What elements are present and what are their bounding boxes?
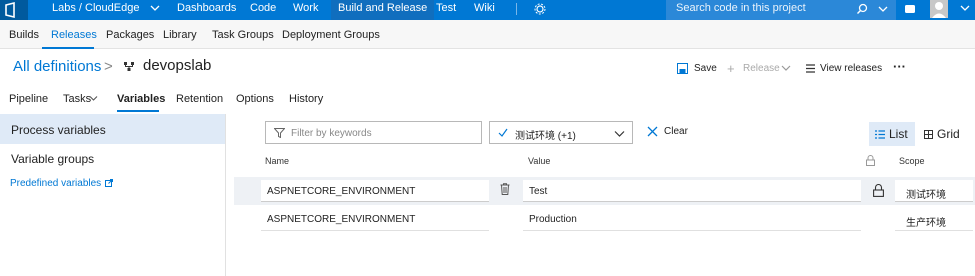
- lock-icon[interactable]: [873, 184, 884, 197]
- column-header-name: Name: [265, 156, 290, 166]
- variable-name: ASPNETCORE_ENVIRONMENT: [267, 214, 416, 225]
- azure-devops-logo[interactable]: [0, 0, 28, 20]
- top-navigation-bar: Labs / CloudEdge Dashboards Code Work Bu…: [0, 0, 975, 20]
- release-definition-icon: [123, 61, 135, 73]
- notifications-icon[interactable]: [904, 4, 916, 15]
- save-button[interactable]: Save: [694, 63, 717, 74]
- plus-icon: +: [727, 61, 735, 76]
- hub-library[interactable]: Library: [163, 29, 197, 41]
- chevron-down-icon[interactable]: [878, 5, 888, 13]
- hub-builds[interactable]: Builds: [9, 29, 39, 41]
- page-title: devopslab: [143, 57, 212, 74]
- search-placeholder: Search code in this project: [676, 2, 806, 14]
- variable-scope-field[interactable]: 生产环境: [895, 209, 973, 231]
- variable-value: Production: [529, 214, 577, 225]
- column-header-value: Value: [528, 156, 551, 166]
- hub-task-groups[interactable]: Task Groups: [212, 29, 274, 41]
- nav-code[interactable]: Code: [250, 0, 276, 20]
- variable-value-field[interactable]: Test: [523, 180, 861, 202]
- breadcrumb-all-definitions[interactable]: All definitions: [13, 58, 101, 75]
- variable-scope: 测试环境: [906, 190, 946, 201]
- variable-name-field[interactable]: ASPNETCORE_ENVIRONMENT: [261, 209, 489, 231]
- active-hub-indicator: [42, 47, 94, 49]
- sidebar-item-variable-groups[interactable]: Variable groups: [11, 152, 94, 166]
- release-button[interactable]: Release: [743, 63, 780, 74]
- predefined-variables-link[interactable]: Predefined variables: [10, 178, 101, 189]
- list-view-label: List: [889, 127, 908, 141]
- check-icon: [498, 128, 508, 137]
- hub-navigation: Builds Releases Packages Library Task Gr…: [0, 20, 975, 49]
- user-avatar[interactable]: [930, 0, 948, 20]
- chevron-down-icon[interactable]: [150, 4, 160, 12]
- more-icon[interactable]: ···: [893, 59, 906, 74]
- nav-divider: [516, 3, 517, 15]
- chevron-down-icon[interactable]: [89, 95, 98, 102]
- breadcrumb-separator: >: [104, 58, 113, 75]
- hub-deployment-groups[interactable]: Deployment Groups: [282, 29, 380, 41]
- list-icon: [875, 130, 885, 139]
- variable-value-field[interactable]: Production: [523, 209, 861, 231]
- nav-build-and-release[interactable]: Build and Release: [331, 0, 435, 20]
- filter-input[interactable]: Filter by keywords: [265, 121, 482, 144]
- nav-test[interactable]: Test: [436, 0, 456, 20]
- nav-dashboards[interactable]: Dashboards: [177, 0, 236, 20]
- variable-scope-field[interactable]: 测试环境: [895, 180, 973, 202]
- hub-packages[interactable]: Packages: [106, 29, 154, 41]
- lock-icon: [866, 155, 875, 166]
- variable-scope: 生产环境: [906, 218, 946, 229]
- search-box[interactable]: Search code in this project: [666, 0, 896, 20]
- tab-pipeline[interactable]: Pipeline: [9, 93, 48, 105]
- tab-tasks[interactable]: Tasks: [63, 93, 91, 105]
- chevron-down-icon[interactable]: [960, 4, 970, 12]
- variable-value: Test: [529, 186, 548, 197]
- tab-options[interactable]: Options: [236, 93, 274, 105]
- variable-name-field[interactable]: ASPNETCORE_ENVIRONMENT: [261, 180, 489, 202]
- clear-filter-button[interactable]: Clear: [664, 126, 688, 137]
- tab-variables[interactable]: Variables: [117, 93, 165, 105]
- chevron-down-icon[interactable]: [614, 130, 625, 138]
- close-icon[interactable]: [647, 126, 658, 137]
- hub-releases[interactable]: Releases: [51, 29, 97, 41]
- nav-wiki[interactable]: Wiki: [474, 0, 495, 20]
- save-icon[interactable]: [677, 63, 688, 74]
- chevron-down-icon[interactable]: [781, 64, 791, 72]
- table-row[interactable]: ASPNETCORE_ENVIRONMENT Production 生产环境: [234, 206, 975, 234]
- list-view-toggle[interactable]: List: [869, 122, 915, 146]
- delete-icon[interactable]: [500, 183, 510, 195]
- external-link-icon[interactable]: [105, 179, 113, 187]
- scope-filter-dropdown[interactable]: 测试环境 (+1): [489, 121, 633, 144]
- sidebar-item-process-variables[interactable]: Process variables: [11, 123, 106, 137]
- grid-view-toggle[interactable]: Grid: [923, 122, 968, 146]
- variables-sidebar: Process variables Variable groups Predef…: [0, 114, 226, 276]
- tab-retention[interactable]: Retention: [176, 93, 223, 105]
- grid-icon: [924, 130, 933, 139]
- org-project-selector[interactable]: Labs / CloudEdge: [52, 0, 139, 20]
- nav-work[interactable]: Work: [293, 0, 318, 20]
- variable-name: ASPNETCORE_ENVIRONMENT: [267, 186, 416, 197]
- view-releases-icon[interactable]: [805, 63, 816, 74]
- filter-icon: [274, 128, 285, 138]
- grid-view-label: Grid: [937, 127, 960, 141]
- table-row[interactable]: ASPNETCORE_ENVIRONMENT Test 测试环境: [234, 177, 975, 205]
- search-icon[interactable]: [856, 3, 868, 15]
- column-header-scope: Scope: [899, 156, 925, 166]
- active-tab-indicator: [117, 110, 159, 112]
- view-releases-button[interactable]: View releases: [820, 63, 882, 74]
- scope-filter-value: 测试环境 (+1): [515, 131, 576, 142]
- settings-icon[interactable]: [534, 3, 546, 15]
- tab-history[interactable]: History: [289, 93, 323, 105]
- filter-placeholder: Filter by keywords: [291, 128, 372, 139]
